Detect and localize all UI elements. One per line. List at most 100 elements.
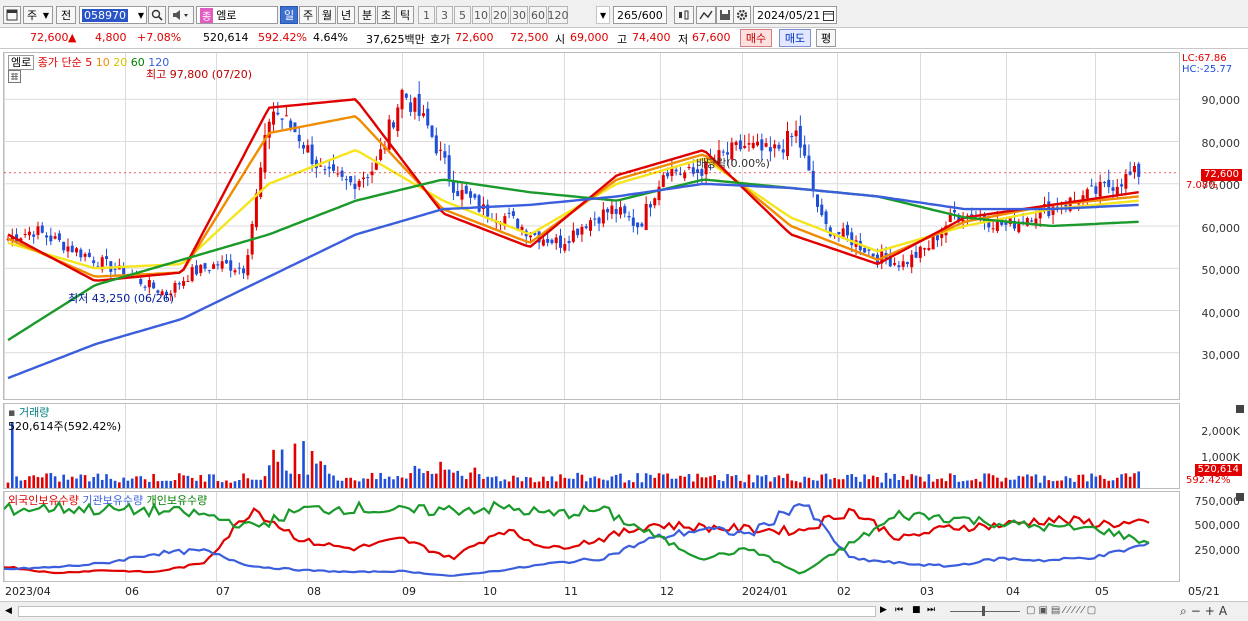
interval-button-7[interactable]: 120 [548,6,569,24]
stop-icon[interactable]: ■ [912,605,921,615]
volume-bar [931,481,935,488]
tool-icons[interactable]: ▢▣▤⁄⁄⁄⁄⁄▢ [1026,605,1099,616]
volume-bar [987,473,991,488]
play-icon[interactable]: ▶ [880,605,887,615]
interval-button-0[interactable]: 1 [418,6,435,24]
volume-bar [190,477,194,488]
candle-body [220,261,224,269]
volume-bar [58,481,61,488]
period-button-5[interactable]: 초 [377,6,395,24]
forward-icon[interactable]: ⏭ [927,605,935,615]
volume-bar [640,482,644,488]
close-icon[interactable] [1236,493,1244,501]
volume-bar [1116,477,1119,488]
search-icon[interactable] [148,6,166,24]
candle-body [597,217,601,224]
volume-bar [118,482,121,488]
change-pct: +7.08% [137,31,182,44]
candle-body [105,256,109,259]
eval-button[interactable]: 평 [816,29,836,47]
volume-bar [850,474,854,488]
buy-button[interactable]: 매수 [740,29,772,47]
volume-bar [186,475,190,488]
interval-button-6[interactable]: 60 [529,6,547,24]
price-chart [4,53,1179,399]
interval-button-5[interactable]: 30 [510,6,528,24]
draw-line-icon[interactable] [696,6,716,24]
volume-bar [36,477,40,488]
candle-body [824,211,828,225]
window-icon[interactable] [3,6,21,24]
stock-name-box[interactable]: 종 엠로 [196,6,278,24]
volume-bar [726,474,729,488]
period-button-0[interactable]: 일 [280,6,298,24]
interval-button-1[interactable]: 3 [436,6,453,24]
sell-button[interactable]: 매도 [779,29,811,47]
period-button-2[interactable]: 월 [318,6,336,24]
period-dropdown[interactable]: 주 ▼ [23,6,53,24]
volume-bar [32,475,35,488]
save-icon[interactable] [716,6,734,24]
volume-bar [105,474,108,488]
code-input[interactable]: 058970 ▼ [79,6,147,24]
interval-button-3[interactable]: 10 [472,6,490,24]
candle-body [391,122,395,128]
candle-body [1115,186,1119,196]
volume-bar [237,480,241,488]
candle-body [79,249,83,258]
period-button-3[interactable]: 년 [337,6,355,24]
date-input[interactable]: 2024/05/21 [753,6,837,24]
candle-body [464,185,468,194]
volume-bar [139,476,143,488]
grid-icon[interactable] [8,70,21,83]
ask-price: 72,600 [455,31,494,44]
volume-bar [841,479,845,488]
period-button-4[interactable]: 분 [358,6,376,24]
candle-icon[interactable] [674,6,694,24]
code-value: 058970 [82,8,128,22]
interval-dropdown[interactable]: ▼ [596,6,610,24]
volume-tick: 1,000K [1201,451,1240,464]
volume-bar [482,478,485,488]
volume-axis: 2,000K 1,000K 520,614 592.42% [1180,403,1248,489]
volume-bar [751,482,755,488]
price-value: 72,600 [30,31,69,44]
scroll-track[interactable] [18,606,876,617]
volume-bar [178,473,181,488]
candle-body [644,203,648,230]
legend-ma5: 5 [85,56,93,69]
low-note: 최저 43,250 (06/26) [68,292,175,305]
speaker-icon[interactable] [168,6,194,24]
candle-body [1111,187,1115,191]
volume-bar [289,473,292,488]
interval-button-4[interactable]: 20 [491,6,509,24]
rewind-icon[interactable]: ⏮ [895,605,903,615]
gear-icon[interactable] [733,6,751,24]
zoom-icons[interactable]: ⌕−+A [1180,604,1231,619]
candle-body [863,247,867,253]
scroll-left-icon[interactable]: ◀ [5,606,12,616]
legend-ma60: 60 [130,56,145,69]
period-button-6[interactable]: 틱 [396,6,414,24]
toolbar: 주 ▼ 전 058970 ▼ 종 엠로 일주월년분초틱 1 3 5 10 20 30 60 1… [0,0,1248,28]
candle-body [773,144,777,149]
candle-body [413,97,417,112]
legend-ma20: 20 [113,56,128,69]
count-input[interactable]: 265 /600 [613,6,667,24]
candle-body [687,167,691,169]
period-button-1[interactable]: 주 [299,6,317,24]
candle-body [280,118,284,120]
volume-bar [148,481,151,488]
volume-bar [983,473,986,488]
volume-bar [109,478,113,488]
candle-body [871,253,875,257]
interval-button-2[interactable]: 5 [454,6,471,24]
candle-body [57,233,61,241]
zoom-slider[interactable] [950,611,1020,612]
prev-button[interactable]: 전 [56,6,76,24]
zoom-slider-handle[interactable] [982,606,985,616]
scroll-bar[interactable]: ◀ ▶ ⏮ ■ ⏭ ▢▣▤⁄⁄⁄⁄⁄▢ ⌕−+A [0,601,1248,621]
stock-name: 엠로 [216,9,237,22]
close-icon[interactable] [1236,405,1244,413]
candle-body [182,281,186,286]
